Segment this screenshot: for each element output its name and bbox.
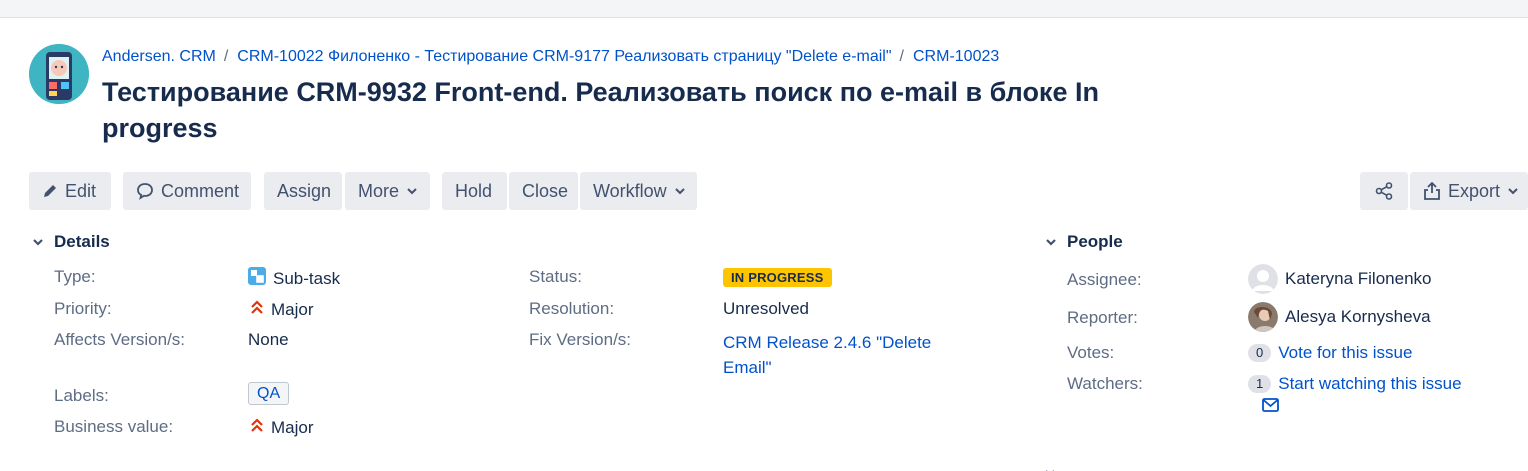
- workflow-button-label: Workflow: [593, 181, 667, 201]
- type-value-text: Sub-task: [273, 268, 341, 288]
- breadcrumb-parent-issue[interactable]: CRM-10022 Филоненко - Тестирование CRM-9…: [237, 48, 891, 65]
- workflow-button[interactable]: Workflow: [580, 172, 697, 210]
- export-button[interactable]: Export: [1410, 172, 1528, 210]
- hold-button-label: Hold: [455, 181, 493, 201]
- share-button[interactable]: [1360, 172, 1408, 210]
- reporter-label: Reporter:: [1067, 308, 1138, 327]
- affects-version-label: Affects Version/s:: [54, 330, 186, 349]
- close-button[interactable]: Close: [509, 172, 578, 210]
- comment-bubble-icon: [136, 182, 154, 200]
- issue-toolbar: Edit Comment Assign More Hold Close Work…: [0, 172, 1528, 210]
- issue-title[interactable]: Тестирование CRM-9932 Front-end. Реализо…: [102, 74, 1182, 146]
- chevron-down-icon: [30, 234, 46, 250]
- fix-version-label: Fix Version/s:: [529, 330, 632, 349]
- project-avatar[interactable]: [29, 44, 89, 104]
- fix-version-line1: CRM Release 2.4.6 "Delete: [723, 333, 932, 352]
- avatar: [1248, 302, 1278, 332]
- assign-button-label: Assign: [277, 181, 332, 201]
- share-icon: [1375, 182, 1393, 200]
- breadcrumb: Andersen. CRM / CRM-10022 Филоненко - Тест…: [102, 47, 999, 67]
- priority-value-text: Major: [271, 299, 314, 319]
- assignee-label: Assignee:: [1067, 270, 1142, 289]
- more-button[interactable]: More: [345, 172, 430, 210]
- votes-label: Votes:: [1067, 343, 1115, 362]
- breadcrumb-separator: /: [899, 48, 904, 65]
- labels-value: QA: [248, 382, 290, 405]
- reporter-value[interactable]: Alesya Kornysheva: [1248, 302, 1431, 332]
- envelope-icon[interactable]: [1262, 398, 1279, 417]
- breadcrumb-issue-key[interactable]: CRM-10023: [913, 48, 999, 65]
- assignee-value[interactable]: Kateryna Filonenko: [1248, 264, 1431, 294]
- fix-version-link[interactable]: CRM Release 2.4.6 "Delete Email": [723, 330, 931, 380]
- avatar: [1248, 264, 1278, 294]
- chevron-down-icon: [1043, 234, 1059, 250]
- priority-label: Priority:: [54, 299, 112, 318]
- people-heading: People: [1067, 232, 1123, 251]
- hold-button[interactable]: Hold: [442, 172, 507, 210]
- people-section-toggle[interactable]: People: [1043, 232, 1123, 252]
- votes-count: 0: [1248, 344, 1272, 362]
- pencil-icon: [42, 183, 58, 199]
- breadcrumb-project[interactable]: Andersen. CRM: [102, 48, 216, 65]
- chevron-down-icon: [674, 185, 686, 197]
- labels-label: Labels:: [54, 386, 109, 405]
- vote-link[interactable]: Vote for this issue: [1278, 343, 1412, 363]
- resolution-label: Resolution:: [529, 299, 615, 318]
- reporter-name: Alesya Kornysheva: [1285, 307, 1431, 326]
- export-button-label: Export: [1448, 181, 1501, 201]
- close-button-label: Close: [522, 181, 569, 201]
- edit-button-label: Edit: [65, 181, 97, 201]
- subtask-icon: [248, 267, 266, 290]
- priority-major-icon: [250, 417, 264, 438]
- priority-major-icon: [250, 299, 264, 320]
- watch-link[interactable]: Start watching this issue: [1278, 374, 1461, 394]
- details-section-toggle[interactable]: Details: [30, 232, 110, 252]
- watchers-count: 1: [1248, 375, 1272, 393]
- chevron-down-icon: [406, 185, 418, 197]
- business-value-text: Major: [271, 417, 314, 437]
- comment-button-label: Comment: [161, 181, 240, 201]
- type-value: Sub-task: [248, 267, 340, 290]
- type-label: Type:: [54, 267, 96, 286]
- details-heading: Details: [54, 232, 110, 251]
- comment-button[interactable]: Comment: [123, 172, 251, 210]
- edit-button[interactable]: Edit: [29, 172, 111, 210]
- business-value: Major: [250, 417, 314, 438]
- status-label: Status:: [529, 267, 582, 286]
- dates-section-toggle[interactable]: [1043, 462, 1143, 471]
- label-tag[interactable]: QA: [248, 382, 290, 405]
- priority-value: Major: [250, 299, 314, 320]
- assign-button[interactable]: Assign: [264, 172, 342, 210]
- status-badge: IN PROGRESS: [723, 268, 832, 287]
- watchers-value: 1 Start watching this issue: [1248, 374, 1462, 394]
- fix-version-line2: Email": [723, 358, 772, 377]
- votes-value: 0 Vote for this issue: [1248, 343, 1412, 363]
- watchers-label: Watchers:: [1067, 374, 1143, 393]
- top-header-bar: [0, 0, 1528, 18]
- assignee-name: Kateryna Filonenko: [1285, 269, 1432, 288]
- chevron-down-icon: [1507, 185, 1519, 197]
- more-button-label: More: [358, 181, 400, 201]
- breadcrumb-separator: /: [223, 48, 229, 65]
- affects-version-value: None: [248, 330, 289, 349]
- export-icon: [1423, 182, 1441, 200]
- resolution-value: Unresolved: [723, 299, 809, 318]
- business-value-label: Business value:: [54, 417, 174, 436]
